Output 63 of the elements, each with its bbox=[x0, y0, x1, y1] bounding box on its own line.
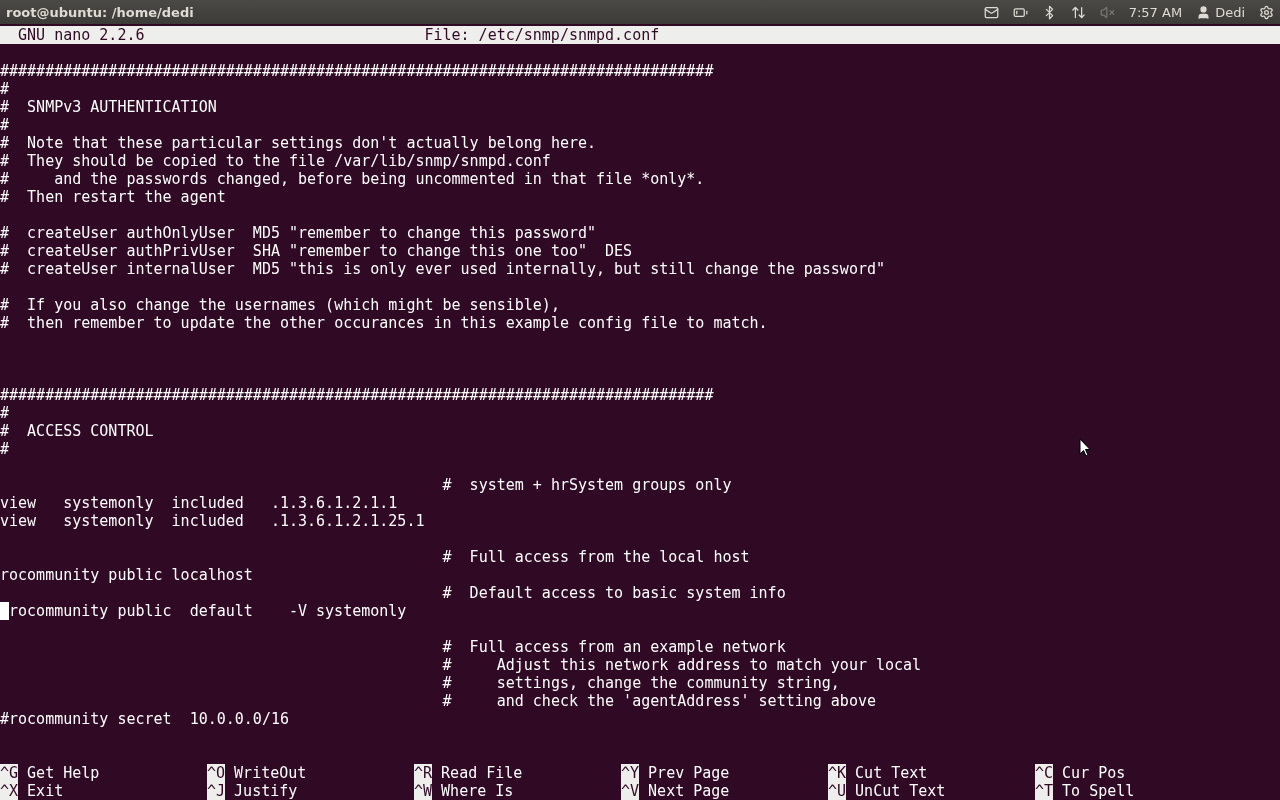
code-line: # Default access to basic system info bbox=[441, 584, 786, 602]
shortcut-label: Cut Text bbox=[855, 764, 928, 782]
user-icon bbox=[1196, 4, 1212, 20]
shortcut-label: WriteOut bbox=[234, 764, 307, 782]
nano-version: GNU nano 2.2.6 bbox=[17, 26, 146, 44]
gear-icon[interactable] bbox=[1259, 4, 1274, 20]
code-line: # Note that these particular settings don't actually belong here. bbox=[0, 134, 597, 152]
shortcut-label: To Spell bbox=[1062, 782, 1135, 800]
clock[interactable]: 7:57 AM bbox=[1128, 4, 1183, 20]
shortcut-key: ^C bbox=[1035, 764, 1054, 782]
shortcut-label: Next Page bbox=[648, 782, 730, 800]
shortcut-key: ^G bbox=[0, 764, 19, 782]
file-name: File: /etc/snmp/snmpd.conf bbox=[424, 26, 660, 44]
code-line: # bbox=[0, 404, 10, 422]
network-arrows-icon[interactable] bbox=[1070, 4, 1086, 20]
code-line: # Full access from the local host bbox=[441, 548, 750, 566]
shortcut-key: ^J bbox=[207, 782, 226, 800]
mail-icon[interactable] bbox=[983, 4, 999, 20]
code-line: # bbox=[0, 440, 10, 458]
shortcut-label: Where Is bbox=[441, 782, 514, 800]
shortcut-label: Prev Page bbox=[648, 764, 730, 782]
shortcut-key: ^Y bbox=[621, 764, 640, 782]
code-line: # ACCESS CONTROL bbox=[0, 422, 154, 440]
code-line: # If you also change the usernames (which might be sensible), bbox=[0, 296, 560, 314]
shortcut-label: Justify bbox=[234, 782, 298, 800]
code-line: view systemonly included .1.3.6.1.2.1.1 bbox=[0, 494, 398, 512]
window-title: root@ubuntu: /home/dedi bbox=[6, 4, 194, 20]
code-line: # Then restart the agent bbox=[0, 188, 226, 206]
code-line: # bbox=[0, 80, 10, 98]
code-line: # createUser authOnlyUser MD5 "remember to change this password" bbox=[0, 224, 597, 242]
code-line: # then remember to update the other occurances in this example config file to match. bbox=[0, 314, 768, 332]
shortcut-label: UnCut Text bbox=[855, 782, 946, 800]
shortcut-label: Get Help bbox=[27, 764, 100, 782]
shortcut-label: Cur Pos bbox=[1062, 764, 1126, 782]
shortcut-key: ^K bbox=[828, 764, 847, 782]
user-name[interactable]: Dedi bbox=[1215, 4, 1245, 20]
shortcut-key: ^R bbox=[414, 764, 433, 782]
code-line: # They should be copied to the file /var/lib/snmp/snmpd.conf bbox=[0, 152, 551, 170]
shortcut-key: ^V bbox=[621, 782, 640, 800]
code-line: # system + hrSystem groups only bbox=[441, 476, 732, 494]
code-line: # and the passwords changed, before being uncommented in that file *only*. bbox=[0, 170, 705, 188]
code-line: #rocommunity secret 10.0.0.0/16 bbox=[0, 710, 289, 728]
shortcut-key: ^T bbox=[1035, 782, 1054, 800]
mouse-pointer-icon bbox=[1079, 438, 1091, 457]
shortcut-key: ^O bbox=[207, 764, 226, 782]
code-line: # createUser internalUser MD5 "this is only ever used internally, but still change the password" bbox=[0, 260, 885, 278]
shortcut-key: ^W bbox=[414, 782, 433, 800]
shortcut-key: ^U bbox=[828, 782, 847, 800]
code-line: # SNMPv3 AUTHENTICATION bbox=[0, 98, 217, 116]
code-line: rocommunity public localhost bbox=[0, 566, 253, 584]
code-line: view systemonly included .1.3.6.1.2.1.25.1 bbox=[0, 512, 425, 530]
shortcut-key: ^X bbox=[0, 782, 19, 800]
code-line: # settings, change the community string, bbox=[441, 674, 840, 692]
code-line: rocommunity public default -V systemonly bbox=[9, 602, 407, 620]
code-line: ############################################################################### bbox=[0, 62, 714, 80]
code-line: # createUser authPrivUser SHA "remember to change this one too" DES bbox=[0, 242, 633, 260]
code-line: # and check the 'agentAddress' setting above bbox=[441, 692, 876, 710]
code-line: ############################################################################### bbox=[0, 386, 714, 404]
code-line: # Full access from an example network bbox=[441, 638, 786, 656]
code-line: # Adjust this network address to match your local bbox=[441, 656, 922, 674]
shortcut-label: Exit bbox=[27, 782, 64, 800]
shortcut-label: Read File bbox=[441, 764, 523, 782]
code-line: # bbox=[0, 116, 10, 134]
